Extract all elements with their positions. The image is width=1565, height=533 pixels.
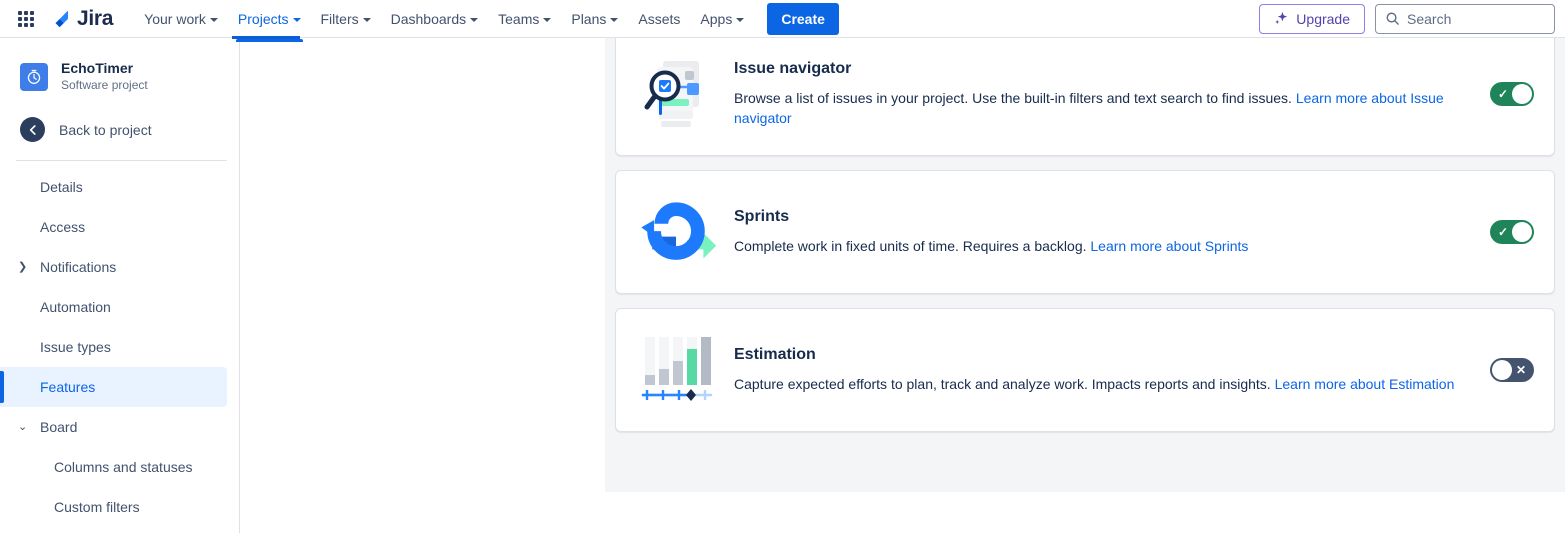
sidebar-item-label: Automation <box>40 299 111 315</box>
sidebar-item-label: Columns and statuses <box>54 459 193 475</box>
sprints-icon <box>634 193 718 271</box>
sidebar-item-label: Custom filters <box>54 499 140 515</box>
chevron-down-icon[interactable]: ⌄ <box>18 421 27 433</box>
grid-apps-icon[interactable] <box>14 7 38 31</box>
nav-item-label: Your work <box>144 10 206 27</box>
arrow-left-icon <box>20 117 45 142</box>
sidebar-item-automation[interactable]: Automation <box>0 287 227 327</box>
nav-item-label: Assets <box>638 10 681 27</box>
nav-item-label: Plans <box>571 10 607 27</box>
sidebar-item-details[interactable]: Details <box>0 167 227 207</box>
sprints-card-body: Sprints Complete work in fixed units of … <box>718 208 1476 256</box>
stopwatch-icon <box>27 69 41 84</box>
feature-title: Sprints <box>734 208 790 225</box>
project-name: EchoTimer <box>61 60 134 76</box>
nav-item-label: Dashboards <box>390 10 467 27</box>
sidebar-divider <box>16 160 227 161</box>
create-button[interactable]: Create <box>767 2 839 35</box>
estimation-toggle[interactable]: ✕ <box>1490 358 1534 382</box>
nav-item-your-work[interactable]: Your work <box>135 4 227 34</box>
chevron-down-icon <box>543 17 552 22</box>
search-input[interactable]: Search <box>1375 3 1555 34</box>
feature-description: Complete work in fixed units of time. Re… <box>734 238 1087 254</box>
nav-item-label: Filters <box>320 10 359 27</box>
sidebar-item-notifications[interactable]: ❯ Notifications <box>0 247 227 287</box>
issue-navigator-toggle[interactable]: ✓ <box>1490 82 1534 106</box>
sidebar-item-label: Access <box>40 219 86 235</box>
estimation-icon <box>634 331 718 409</box>
project-type: Software project <box>61 78 148 92</box>
chevron-down-icon <box>292 17 301 22</box>
sidebar-item-custom-filters[interactable]: Custom filters <box>0 487 227 527</box>
sidebar-item-access[interactable]: Access <box>0 207 227 247</box>
chevron-down-icon <box>362 17 371 22</box>
sprints-toggle[interactable]: ✓ <box>1490 220 1534 244</box>
sparkle-icon <box>1275 11 1288 25</box>
close-icon: ✕ <box>1515 363 1526 377</box>
nav-right-actions: Upgrade Search <box>1259 3 1555 34</box>
estimation-card-body: Estimation Capture expected efforts to p… <box>718 346 1476 394</box>
jira-mark-icon <box>55 10 68 27</box>
toggle-knob <box>1512 222 1532 242</box>
feature-card-issue-navigator: Issue navigator Browse a list of issues … <box>615 38 1555 156</box>
issue-navigator-icon <box>634 55 718 133</box>
learn-more-sprints-link[interactable]: Learn more about Sprints <box>1090 238 1248 254</box>
nav-item-label: Projects <box>237 10 289 27</box>
search-icon <box>1386 12 1399 25</box>
feature-title: Issue navigator <box>734 60 852 77</box>
back-to-project-button[interactable]: Back to project <box>0 107 239 152</box>
chevron-right-icon[interactable]: ❯ <box>18 261 27 273</box>
sidebar-nav-list: Details Access ❯ Notifications Automatio… <box>0 167 239 527</box>
feature-card-sprints: Sprints Complete work in fixed units of … <box>615 170 1555 294</box>
jira-wordmark: Jira <box>77 7 114 30</box>
check-icon: ✓ <box>1498 87 1509 101</box>
sidebar-item-label: Issue types <box>40 339 111 355</box>
feature-description: Browse a list of issues in your project.… <box>734 90 1292 106</box>
feature-title: Estimation <box>734 346 816 363</box>
project-settings-sidebar: EchoTimer Software project Back to proje… <box>0 38 240 533</box>
nav-item-label: Apps <box>700 10 733 27</box>
sidebar-item-board[interactable]: ⌄ Board <box>0 407 227 447</box>
chevron-down-icon <box>610 17 619 22</box>
feature-card-estimation: Estimation Capture expected efforts to p… <box>615 308 1555 432</box>
sidebar-item-features[interactable]: Features <box>0 367 227 407</box>
back-to-project-label: Back to project <box>59 121 152 138</box>
next-feature-section-partial <box>615 446 1555 476</box>
check-icon: ✓ <box>1498 225 1509 239</box>
sidebar-item-label: Details <box>40 179 83 195</box>
page-loading-progress-bar <box>232 36 300 39</box>
sidebar-item-label: Notifications <box>40 259 117 275</box>
sidebar-item-columns-and-statuses[interactable]: Columns and statuses <box>0 447 227 487</box>
toggle-knob <box>1492 360 1512 380</box>
nav-item-assets[interactable]: Assets <box>629 4 689 34</box>
features-content-area: Learn more about Goals <box>241 38 1565 533</box>
project-avatar <box>20 62 48 91</box>
nav-item-dashboards[interactable]: Dashboards <box>382 4 488 34</box>
project-header[interactable]: EchoTimer Software project <box>0 52 239 97</box>
nav-item-plans[interactable]: Plans <box>562 4 627 34</box>
nav-item-teams[interactable]: Teams <box>489 4 560 34</box>
upgrade-label: Upgrade <box>1296 10 1350 27</box>
issue-navigator-card-body: Issue navigator Browse a list of issues … <box>718 60 1476 128</box>
toggle-knob <box>1512 84 1532 104</box>
nav-item-projects[interactable]: Projects <box>229 4 310 42</box>
sidebar-item-label: Features <box>40 379 96 395</box>
nav-item-apps[interactable]: Apps <box>691 4 753 34</box>
chevron-down-icon <box>736 17 745 22</box>
search-placeholder: Search <box>1407 10 1452 27</box>
top-navigation-bar: Jira Your work Projects Filters Dashboar… <box>0 0 1565 42</box>
feature-description: Capture expected efforts to plan, track … <box>734 376 1271 392</box>
nav-item-label: Teams <box>498 10 540 27</box>
sidebar-item-issue-types[interactable]: Issue types <box>0 327 227 367</box>
chevron-down-icon <box>209 17 218 22</box>
chevron-down-icon <box>470 17 479 22</box>
feature-cards-panel: Learn more about Goals <box>605 38 1565 492</box>
nav-item-filters[interactable]: Filters <box>312 4 380 34</box>
learn-more-estimation-link[interactable]: Learn more about Estimation <box>1275 376 1455 392</box>
main-nav-items: Your work Projects Filters Dashboards Te… <box>135 4 753 42</box>
jira-logo[interactable]: Jira <box>50 8 113 30</box>
upgrade-button[interactable]: Upgrade <box>1259 3 1365 34</box>
sidebar-item-label: Board <box>40 419 78 435</box>
